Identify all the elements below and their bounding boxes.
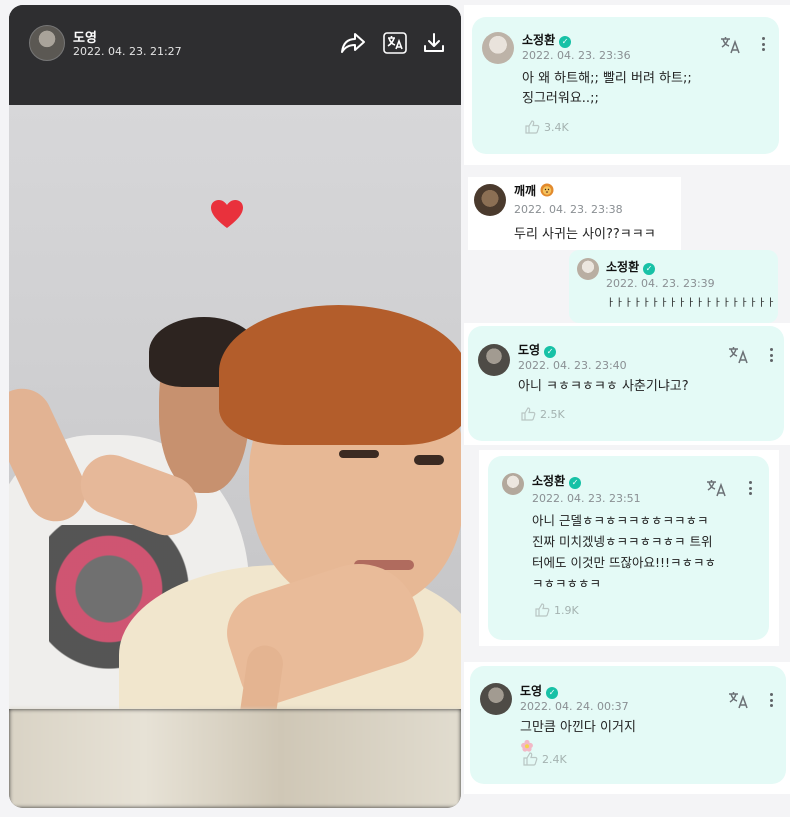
comment-date: 2022. 04. 24. 00:37 — [520, 700, 629, 713]
photo-shape — [339, 450, 379, 458]
more-options-icon[interactable] — [768, 693, 774, 707]
more-options-icon[interactable] — [768, 348, 774, 362]
more-options-icon[interactable] — [747, 481, 753, 495]
comment-author[interactable]: 소정환 ✓ — [532, 472, 582, 489]
comment-text: 아니 근델ㅎㅋㅎㅋㅋㅎㅎㅋㅋㅎㅋ 진짜 미치겠넹ㅎㅋㅋㅎㅋㅎㅋ 트위 터에도 이… — [532, 513, 716, 591]
comment-text: ㅏㅏㅏㅏㅏㅏㅏㅏㅏㅏㅏㅏㅏㅏㅏㅏㅏㅏㅏㅏㅏㅏ — [606, 298, 776, 309]
comment-author[interactable]: 깨깨 — [514, 182, 554, 199]
verified-icon: ✓ — [643, 263, 656, 275]
like-count[interactable]: 1.9K — [534, 603, 579, 617]
post-photo[interactable] — [9, 105, 461, 709]
comment-author[interactable]: 소정환 ✓ — [606, 258, 656, 275]
verified-icon: ✓ — [544, 346, 557, 358]
comment-date: 2022. 04. 23. 23:40 — [518, 359, 627, 372]
comment-author[interactable]: 도영 ✓ — [518, 341, 557, 358]
post-header: 도영 2022. 04. 23. 21:27 — [29, 25, 449, 63]
comment-card[interactable]: 소정환 ✓ 2022. 04. 23. 23:51 아니 근델ㅎㅋㅎㅋㅋㅎㅎㅋㅋㅎ… — [488, 456, 769, 640]
like-count[interactable]: 2.5K — [520, 407, 565, 421]
comment-column: 소정환 ✓ 2022. 04. 23. 23:36 아 왜 하트해;; 빨리 버려… — [464, 5, 790, 817]
translate-icon[interactable] — [720, 36, 742, 54]
heart-icon — [210, 199, 244, 229]
avatar[interactable] — [480, 683, 512, 715]
comment-text: 두리 사귀는 사이??ㅋㅋㅋ — [514, 227, 656, 242]
like-icon — [535, 603, 550, 617]
lion-emoji-icon — [540, 183, 554, 197]
flower-emoji-icon — [521, 739, 533, 752]
comment-card[interactable]: 소정환 ✓ 2022. 04. 23. 23:39 ㅏㅏㅏㅏㅏㅏㅏㅏㅏㅏㅏㅏㅏㅏㅏ… — [569, 250, 778, 323]
comment-card[interactable]: 깨깨 2022. 04. 23. 23:38 두리 사귀는 사이??ㅋㅋㅋ — [468, 177, 681, 250]
more-options-icon[interactable] — [760, 37, 766, 51]
avatar[interactable] — [29, 25, 65, 61]
translate-icon[interactable] — [381, 29, 409, 57]
like-icon — [521, 407, 536, 421]
comment-date: 2022. 04. 23. 23:36 — [522, 49, 631, 62]
share-icon[interactable] — [339, 29, 367, 57]
comment-author[interactable]: 소정환 ✓ — [522, 31, 572, 48]
comment-date: 2022. 04. 23. 23:38 — [514, 203, 623, 216]
like-count[interactable]: 2.4K — [522, 752, 567, 766]
photo-shape — [219, 305, 461, 445]
post-author[interactable]: 도영 — [73, 27, 97, 46]
download-icon[interactable] — [420, 29, 448, 57]
photo-blur-area — [9, 709, 461, 808]
post-photo-card: 도영 2022. 04. 23. 21:27 — [9, 5, 461, 808]
comment-card[interactable]: 소정환 ✓ 2022. 04. 23. 23:36 아 왜 하트해;; 빨리 버려… — [472, 17, 779, 154]
translate-icon[interactable] — [728, 691, 750, 709]
photo-shape — [414, 455, 444, 465]
verified-icon: ✓ — [569, 477, 582, 489]
avatar[interactable] — [474, 184, 506, 216]
translate-icon[interactable] — [728, 346, 750, 364]
avatar[interactable] — [502, 473, 524, 495]
comment-card[interactable]: 도영 ✓ 2022. 04. 24. 00:37 그만큼 아낀다 이거지 2.4K — [470, 666, 786, 784]
comment-text: 아니 ㅋㅎㅋㅎㅋㅎ 사춘기냐고? — [518, 379, 689, 394]
like-icon — [523, 752, 538, 766]
translate-icon[interactable] — [706, 479, 728, 497]
avatar[interactable] — [478, 344, 510, 376]
verified-icon: ✓ — [559, 36, 572, 48]
post-date: 2022. 04. 23. 21:27 — [73, 45, 182, 58]
comment-date: 2022. 04. 23. 23:51 — [532, 492, 641, 505]
like-count[interactable]: 3.4K — [524, 120, 569, 134]
comment-text: 아 왜 하트해;; 빨리 버려 하트;; 징그러워요..;; — [522, 71, 692, 106]
like-icon — [525, 120, 540, 134]
avatar[interactable] — [577, 258, 599, 280]
comment-author[interactable]: 도영 ✓ — [520, 682, 559, 699]
comment-card[interactable]: 도영 ✓ 2022. 04. 23. 23:40 아니 ㅋㅎㅋㅎㅋㅎ 사춘기냐고?… — [468, 326, 784, 441]
comment-date: 2022. 04. 23. 23:39 — [606, 277, 715, 290]
verified-icon: ✓ — [546, 687, 559, 699]
avatar[interactable] — [482, 32, 514, 64]
